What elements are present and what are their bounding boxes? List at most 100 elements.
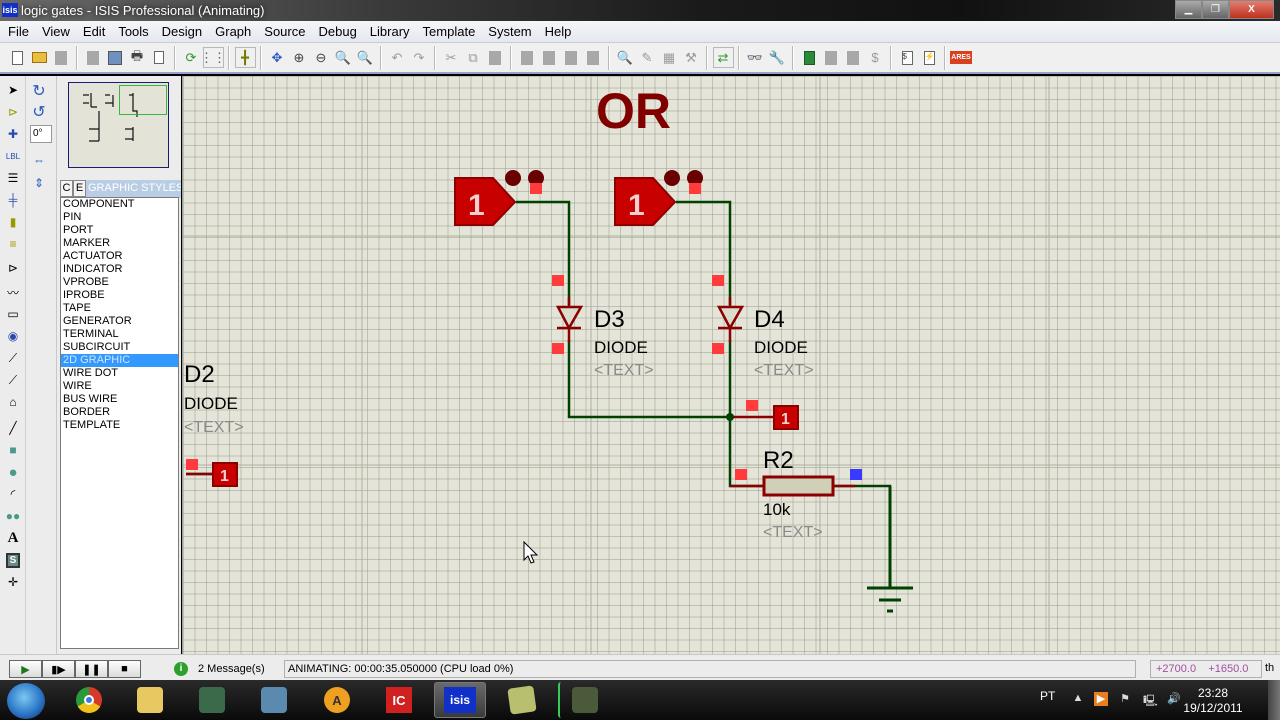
list-item[interactable]: TEMPLATE <box>61 419 178 432</box>
pick-device-button[interactable]: 🔍 <box>615 47 636 68</box>
subcircuit-mode-button[interactable]: ▮ <box>3 212 23 232</box>
open-button[interactable] <box>29 47 50 68</box>
block-delete-button[interactable] <box>583 47 604 68</box>
decompose-button[interactable]: ⚒ <box>681 47 702 68</box>
box-mode-button[interactable]: ■ <box>3 440 23 460</box>
taskbar-notes[interactable] <box>496 682 548 718</box>
minimize-button[interactable]: ▁ <box>1175 0 1202 19</box>
marker-mode-button[interactable]: ✛ <box>3 572 23 592</box>
logic-probe-output[interactable]: 1 <box>746 400 799 430</box>
redraw-button[interactable]: ⟳ <box>181 47 202 68</box>
stop-button[interactable]: ■ <box>108 660 141 678</box>
wire-autorouter-button[interactable]: ⇄ <box>712 47 734 68</box>
new-sheet-button[interactable] <box>799 47 820 68</box>
block-move-button[interactable] <box>539 47 560 68</box>
menu-template[interactable]: Template <box>418 24 481 39</box>
logic-state-input-1[interactable]: 1 <box>454 170 544 226</box>
list-item[interactable]: GENERATOR <box>61 315 178 328</box>
mirror-vertical-button[interactable]: ⇕ <box>29 173 49 193</box>
pause-button[interactable]: ❚❚ <box>75 660 108 678</box>
rotate-anticlockwise-button[interactable]: ↺ <box>29 102 49 122</box>
list-item-selected[interactable]: 2D GRAPHIC <box>61 354 178 367</box>
menu-edit[interactable]: Edit <box>78 24 110 39</box>
text-script-mode-button[interactable]: ☰ <box>3 168 23 188</box>
search-button[interactable]: 👓 <box>745 47 766 68</box>
redo-button[interactable]: ↷ <box>409 47 430 68</box>
logic-probe-d2[interactable]: 1 <box>186 459 238 487</box>
list-item[interactable]: TERMINAL <box>61 328 178 341</box>
menu-debug[interactable]: Debug <box>313 24 361 39</box>
list-item[interactable]: MARKER <box>61 237 178 250</box>
tab-c[interactable]: C <box>60 180 73 197</box>
list-item[interactable]: BUS WIRE <box>61 393 178 406</box>
toggle-low-icon[interactable] <box>505 170 521 186</box>
menu-tools[interactable]: Tools <box>113 24 153 39</box>
bus-mode-button[interactable]: ╪ <box>3 190 23 210</box>
list-item[interactable]: BORDER <box>61 406 178 419</box>
wire-label-mode-button[interactable]: LBL <box>3 146 23 166</box>
list-item[interactable]: COMPONENT <box>61 198 178 211</box>
menu-help[interactable]: Help <box>540 24 577 39</box>
list-item[interactable]: SUBCIRCUIT <box>61 341 178 354</box>
block-rotate-button[interactable] <box>561 47 582 68</box>
virtual-instruments-mode-button[interactable]: ⌂ <box>3 392 23 412</box>
exit-to-parent-button[interactable] <box>843 47 864 68</box>
overview-window[interactable] <box>68 82 169 168</box>
ares-button[interactable]: ARES <box>950 47 972 68</box>
electrical-rule-check-button[interactable]: ⚡ <box>919 47 940 68</box>
rotation-angle-field[interactable]: 0° <box>30 125 52 143</box>
arc-mode-button[interactable]: ◜ <box>3 484 23 504</box>
show-desktop-button[interactable] <box>1268 680 1280 720</box>
list-item[interactable]: INDICATOR <box>61 263 178 276</box>
view-bom-button[interactable]: $ <box>865 47 886 68</box>
list-item[interactable]: WIRE DOT <box>61 367 178 380</box>
selection-mode-button[interactable]: ➤ <box>3 80 23 100</box>
list-item[interactable]: IPROBE <box>61 289 178 302</box>
make-device-button[interactable]: ✎ <box>637 47 658 68</box>
voltage-probe-mode-button[interactable]: ⟋ <box>3 348 23 368</box>
start-button[interactable] <box>7 683 45 719</box>
undo-button[interactable]: ↶ <box>387 47 408 68</box>
rotate-clockwise-button[interactable]: ↻ <box>29 81 49 101</box>
netlist-button[interactable]: $ <box>897 47 918 68</box>
path-mode-button[interactable]: ●● <box>3 506 23 526</box>
list-item[interactable]: WIRE <box>61 380 178 393</box>
save-button[interactable] <box>51 47 72 68</box>
taskbar-isis[interactable]: isis <box>434 682 486 718</box>
action-center-flag-icon[interactable]: ⚑ <box>1118 692 1132 706</box>
print-button[interactable]: 🖶 <box>127 47 148 68</box>
language-indicator[interactable]: PT <box>1040 689 1055 703</box>
units-label[interactable]: th <box>1265 662 1274 674</box>
taskbar-avast[interactable]: A <box>311 682 363 718</box>
generator-mode-button[interactable]: ◉ <box>3 326 23 346</box>
menu-file[interactable]: File <box>3 24 34 39</box>
component-mode-button[interactable]: ⊳ <box>3 102 23 122</box>
ground-terminal[interactable] <box>867 486 913 613</box>
overview-viewport[interactable] <box>119 85 167 115</box>
zoom-area-button[interactable]: 🔍 <box>355 47 376 68</box>
text-mode-button[interactable]: A <box>3 528 23 548</box>
line-mode-button[interactable]: ╱ <box>3 418 23 438</box>
menu-library[interactable]: Library <box>365 24 415 39</box>
zoom-out-button[interactable]: ⊖ <box>311 47 332 68</box>
diode-d4[interactable]: D4 DIODE <TEXT> <box>712 275 814 379</box>
network-icon[interactable]: 🖳 <box>1143 692 1158 707</box>
menu-design[interactable]: Design <box>157 24 207 39</box>
logic-state-input-2[interactable]: 1 <box>614 170 703 226</box>
taskbar-ic-app[interactable]: IC <box>373 682 425 718</box>
terminals-mode-button[interactable]: ≡ <box>3 234 23 254</box>
step-button[interactable]: ▮▶ <box>42 660 75 678</box>
packaging-tool-button[interactable]: ▦ <box>659 47 680 68</box>
graph-mode-button[interactable]: 〰 <box>3 282 23 302</box>
taskbar-remote-desktop[interactable] <box>186 682 238 718</box>
menu-system[interactable]: System <box>483 24 536 39</box>
diode-d2[interactable]: D2 DIODE <TEXT> <box>184 361 244 436</box>
restore-button[interactable]: ❐ <box>1202 0 1229 19</box>
circle-mode-button[interactable]: ● <box>3 462 23 482</box>
copy-button[interactable]: ⧉ <box>463 47 484 68</box>
close-button[interactable]: X <box>1229 0 1274 19</box>
export-button[interactable] <box>105 47 126 68</box>
junction-dot-mode-button[interactable]: ✚ <box>3 124 23 144</box>
list-item[interactable]: TAPE <box>61 302 178 315</box>
new-button[interactable] <box>7 47 28 68</box>
